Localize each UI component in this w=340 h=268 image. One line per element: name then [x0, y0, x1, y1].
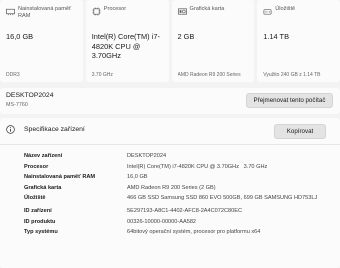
spec-key: Úložiště [24, 195, 46, 202]
storage-card-sub: Využito 240 GB z 1.14 TB [263, 72, 321, 78]
spec-row-product-id: ID produktu 00326-10000-00000-AA582 [24, 219, 330, 226]
processor-icon [92, 7, 101, 16]
graphics-card-icon [177, 7, 187, 16]
spec-key: Název zařízení [24, 153, 63, 159]
processor-card-value: Intel(R) Core(TM) i7-4820K CPU @ 3.70GHz [91, 32, 160, 60]
spec-key: Procesor [24, 163, 49, 170]
spec-row-storage: Úložiště 466 GB SSD Samsung SSD 860 EVO … [24, 195, 330, 202]
spec-value: 16,0 GB [127, 174, 148, 181]
spec-value: Intel(R) Core(TM) i7-4820K CPU @ 3.70GHz… [127, 163, 268, 170]
spec-row-device-name: Název zařízení DESKTOP2024 [24, 153, 330, 160]
storage-card-value: 1.14 TB [263, 32, 289, 41]
processor-card: Procesor Intel(R) Core(TM) i7-4820K CPU … [85, 0, 169, 82]
info-icon [6, 125, 15, 134]
divider [0, 144, 340, 145]
storage-card: Úložiště 1.14 TB Využito 240 GB z 1.14 T… [257, 0, 340, 82]
device-name: DESKTOP2024 [6, 92, 54, 99]
ram-card-sub: DDR3 [6, 72, 20, 78]
spec-value: AMD Radeon R9 200 Series (2 GB) [127, 184, 216, 191]
storage-icon [263, 7, 272, 16]
spec-row-processor: Procesor Intel(R) Core(TM) i7-4820K CPU … [24, 164, 330, 171]
spec-value: 64bitový operační systém, procesor pro p… [127, 229, 261, 236]
graphics-card-sub: AMD Radeon R9 200 Series [177, 72, 241, 78]
ram-card-label: Nainstalovaná paměť RAM [18, 6, 72, 19]
ram-icon [6, 7, 15, 16]
spec-value: DESKTOP2024 [127, 153, 167, 159]
graphics-card-label: Grafická karta [189, 6, 225, 12]
storage-card-label: Úložiště [275, 6, 296, 12]
device-model: MS-7760 [6, 102, 28, 108]
ram-card: Nainstalovaná paměť RAM 16,0 GB DDR3 [0, 0, 83, 82]
ram-card-value: 16,0 GB [6, 32, 34, 41]
spec-key: Typ systému [24, 229, 58, 236]
spec-key: ID zařízení [24, 207, 52, 214]
copy-button[interactable]: Kopírovat [274, 124, 326, 139]
specifications-header[interactable]: Specifikace zařízení [6, 125, 85, 134]
spec-value: 00326-10000-00000-AA582 [127, 218, 197, 225]
specs-list: Název zařízení DESKTOP2024 Procesor Inte… [24, 153, 330, 240]
spec-key: Nainstalovaná paměť RAM [24, 174, 96, 181]
hardware-summary-cards: Nainstalovaná paměť RAM 16,0 GB DDR3 Pro… [0, 0, 340, 82]
device-specifications-panel: Specifikace zařízení Kopírovat Název zař… [0, 118, 340, 268]
spec-value: 5E297193-A8C1-4402-AFC8-2A4C072C80EC [127, 207, 243, 214]
processor-card-label: Procesor [103, 6, 127, 12]
device-name-panel: DESKTOP2024 MS-7760 Přejmenovat tento po… [0, 88, 340, 114]
specifications-title: Specifikace zařízení [24, 126, 85, 133]
processor-card-sub: 3.70 GHz [91, 72, 113, 78]
spec-key: Grafická karta [24, 184, 62, 191]
spec-row-system-type: Typ systému 64bitový operační systém, pr… [24, 229, 330, 236]
spec-row-ram: Nainstalovaná paměť RAM 16,0 GB [24, 174, 330, 181]
spec-key: ID produktu [24, 218, 56, 225]
spec-value: 466 GB SSD Samsung SSD 860 EVO 500GB, 69… [127, 195, 318, 202]
rename-pc-button[interactable]: Přejmenovat tento počítač [246, 93, 333, 108]
graphics-card: Grafická karta 2 GB AMD Radeon R9 200 Se… [171, 0, 255, 82]
spec-row-graphics: Grafická karta AMD Radeon R9 200 Series … [24, 185, 330, 192]
graphics-card-value: 2 GB [177, 32, 195, 41]
spec-row-device-id: ID zařízení 5E297193-A8C1-4402-AFC8-2A4C… [24, 208, 330, 215]
